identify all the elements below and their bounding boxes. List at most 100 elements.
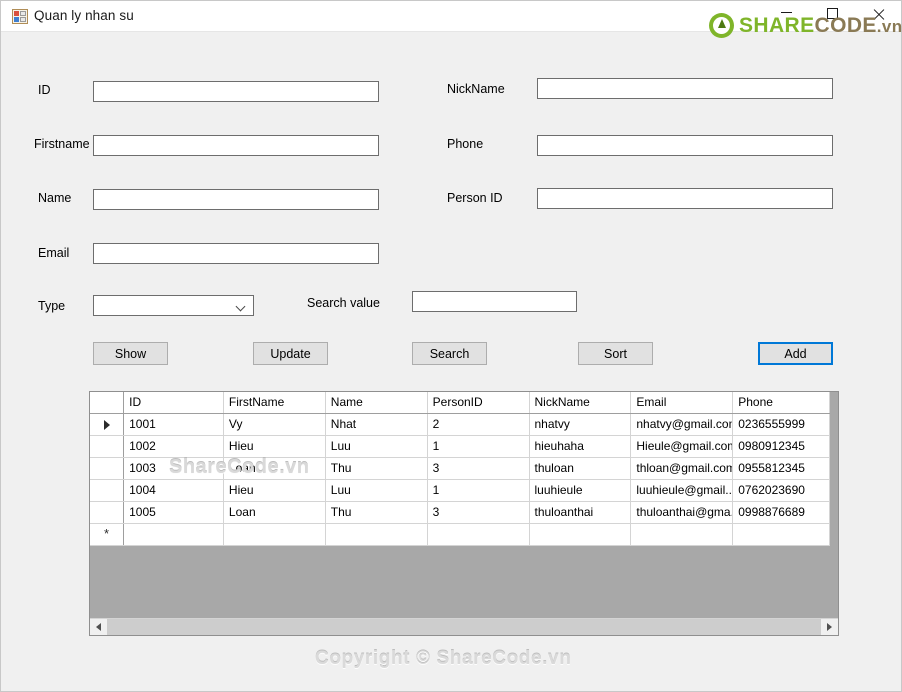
table-row[interactable]: 1004 Hieu Luu 1 luuhieule luuhieule@gmai… <box>90 479 830 502</box>
cell-phone[interactable]: 0236555999 <box>732 413 830 436</box>
grid-header-rowselector[interactable] <box>90 392 125 414</box>
nickname-input[interactable] <box>537 78 833 99</box>
firstname-input[interactable] <box>93 135 379 156</box>
cell-personid[interactable]: 2 <box>427 413 530 436</box>
grid-header-name[interactable]: Name <box>325 392 428 414</box>
asterisk-icon: * <box>104 526 110 541</box>
scroll-right-button[interactable] <box>821 619 838 635</box>
cell-firstname[interactable]: Hieu <box>223 435 326 458</box>
table-row[interactable]: 1002 Hieu Luu 1 hieuhaha Hieule@gmail.co… <box>90 435 830 458</box>
cell-email[interactable]: luuhieule@gmail.... <box>630 479 734 502</box>
cell-email[interactable]: thloan@gmail.com <box>630 457 734 480</box>
cell-firstname[interactable]: Hieu <box>223 479 326 502</box>
scrollbar-thumb[interactable] <box>107 619 821 635</box>
row-indicator <box>90 435 125 458</box>
cell-firstname[interactable]: Loan <box>223 501 326 524</box>
cell-id-new[interactable] <box>123 523 224 546</box>
maximize-icon <box>826 8 838 19</box>
cell-email-new[interactable] <box>630 523 734 546</box>
cell-personid-new[interactable] <box>427 523 530 546</box>
cell-name[interactable]: Luu <box>325 435 428 458</box>
cell-name[interactable]: Thu <box>325 501 428 524</box>
label-type: Type <box>38 299 66 313</box>
grid-header-id[interactable]: ID <box>123 392 224 414</box>
cell-email[interactable]: Hieule@gmail.com <box>630 435 734 458</box>
cell-id[interactable]: 1001 <box>123 413 224 436</box>
type-combobox[interactable] <box>93 295 254 316</box>
application-window: Quan ly nhan su SHARECODE.vn ID Firstnam… <box>0 0 902 692</box>
cell-firstname[interactable]: Vy <box>223 413 326 436</box>
label-id: ID <box>38 83 51 97</box>
label-firstname: Firstname <box>34 137 90 151</box>
grid-header-nickname[interactable]: NickName <box>529 392 632 414</box>
grid-header-row: ID FirstName Name PersonID NickName Emai… <box>90 392 830 414</box>
cell-phone-new[interactable] <box>732 523 830 546</box>
minimize-button[interactable] <box>763 1 809 32</box>
cell-nickname[interactable]: hieuhaha <box>529 435 632 458</box>
maximize-button[interactable] <box>809 1 855 32</box>
employees-datagrid[interactable]: ID FirstName Name PersonID NickName Emai… <box>89 391 839 636</box>
name-input[interactable] <box>93 189 379 210</box>
cell-personid[interactable]: 1 <box>427 479 530 502</box>
grid-header-phone[interactable]: Phone <box>732 392 830 414</box>
personid-input[interactable] <box>537 188 833 209</box>
cell-email[interactable]: nhatvy@gmail.com <box>630 413 734 436</box>
cell-id[interactable]: 1003 <box>123 457 224 480</box>
table-row[interactable]: 1003 Loan Thu 3 thuloan thloan@gmail.com… <box>90 457 830 480</box>
cell-firstname-new[interactable] <box>223 523 326 546</box>
grid-horizontal-scrollbar[interactable] <box>90 618 838 635</box>
cell-personid[interactable]: 3 <box>427 457 530 480</box>
form-app-icon <box>12 9 28 24</box>
cell-phone[interactable]: 0998876689 <box>732 501 830 524</box>
cell-name[interactable]: Nhat <box>325 413 428 436</box>
cell-nickname[interactable]: thuloan <box>529 457 632 480</box>
grid-header-personid[interactable]: PersonID <box>427 392 530 414</box>
label-name: Name <box>38 191 72 205</box>
label-phone: Phone <box>447 137 484 151</box>
id-input[interactable] <box>93 81 379 102</box>
phone-input[interactable] <box>537 135 833 156</box>
arrow-right-icon <box>827 623 832 631</box>
cell-personid[interactable]: 1 <box>427 435 530 458</box>
cell-firstname[interactable]: Loan <box>223 457 326 480</box>
grid-header-firstname[interactable]: FirstName <box>223 392 326 414</box>
row-arrow-icon <box>103 419 110 430</box>
label-personid: Person ID <box>447 191 503 205</box>
window-title: Quan ly nhan su <box>34 8 134 23</box>
table-row-new[interactable]: * <box>90 523 830 546</box>
show-button[interactable]: Show <box>93 342 168 365</box>
cell-phone[interactable]: 0980912345 <box>732 435 830 458</box>
row-current-indicator <box>90 413 125 436</box>
update-button[interactable]: Update <box>253 342 328 365</box>
cell-nickname[interactable]: thuloanthai <box>529 501 632 524</box>
cell-email[interactable]: thuloanthai@gma... <box>630 501 734 524</box>
scroll-left-button[interactable] <box>90 619 107 635</box>
table-row[interactable]: 1005 Loan Thu 3 thuloanthai thuloanthai@… <box>90 501 830 524</box>
table-row[interactable]: 1001 Vy Nhat 2 nhatvy nhatvy@gmail.com 0… <box>90 413 830 436</box>
cell-phone[interactable]: 0762023690 <box>732 479 830 502</box>
cell-id[interactable]: 1005 <box>123 501 224 524</box>
search-button[interactable]: Search <box>412 342 487 365</box>
search-value-input[interactable] <box>412 291 577 312</box>
cell-personid[interactable]: 3 <box>427 501 530 524</box>
grid-body: 1001 Vy Nhat 2 nhatvy nhatvy@gmail.com 0… <box>90 413 830 546</box>
cell-name-new[interactable] <box>325 523 428 546</box>
close-button[interactable] <box>855 1 901 32</box>
cell-id[interactable]: 1002 <box>123 435 224 458</box>
email-input[interactable] <box>93 243 379 264</box>
cell-nickname[interactable]: nhatvy <box>529 413 632 436</box>
grid-header-email[interactable]: Email <box>630 392 734 414</box>
cell-nickname[interactable]: luuhieule <box>529 479 632 502</box>
cell-name[interactable]: Luu <box>325 479 428 502</box>
close-icon <box>872 8 885 21</box>
cell-phone[interactable]: 0955812345 <box>732 457 830 480</box>
add-button[interactable]: Add <box>758 342 833 365</box>
copyright-watermark: Copyright © ShareCode.vn <box>315 648 572 669</box>
cell-nickname-new[interactable] <box>529 523 632 546</box>
cell-name[interactable]: Thu <box>325 457 428 480</box>
title-bar: Quan ly nhan su <box>1 1 901 32</box>
label-search-value: Search value <box>307 296 380 310</box>
chevron-down-icon <box>237 303 246 312</box>
sort-button[interactable]: Sort <box>578 342 653 365</box>
cell-id[interactable]: 1004 <box>123 479 224 502</box>
